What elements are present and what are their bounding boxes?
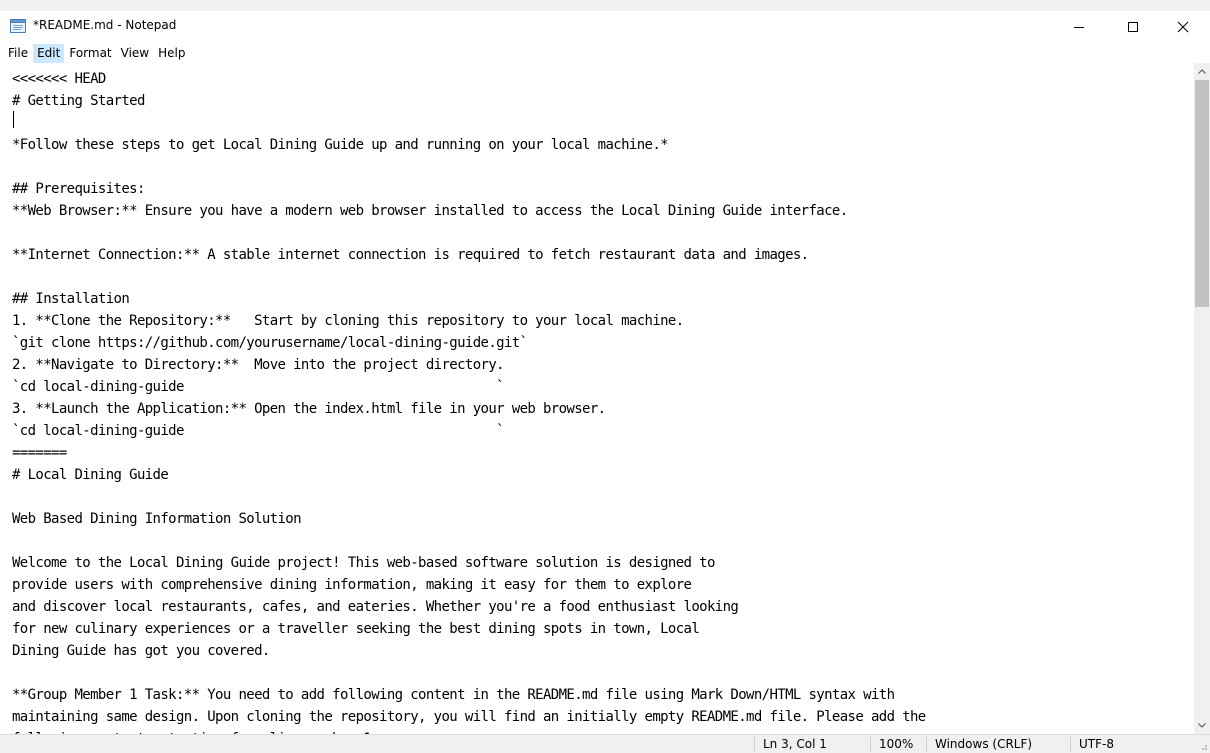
line-ending: Windows (CRLF): [926, 737, 1036, 752]
editor-line: **Group Member 1 Task:** You need to add…: [12, 687, 895, 703]
editor-line: for new culinary experiences or a travel…: [12, 621, 700, 637]
menu-view[interactable]: View: [117, 44, 153, 63]
close-button[interactable]: [1160, 11, 1206, 42]
menu-bar: File Edit Format View Help: [0, 43, 1210, 63]
editor-line: provide users with comprehensive dining …: [12, 577, 692, 593]
notepad-window: *README.md - Notepad File Edit Format Vi…: [0, 11, 1210, 753]
editor-line: # Getting Started: [12, 93, 145, 109]
maximize-button[interactable]: [1110, 11, 1156, 42]
status-bar: Ln 3, Col 1 100% Windows (CRLF) UTF-8: [0, 734, 1210, 753]
editor-line: <<<<<<< HEAD: [12, 71, 106, 87]
editor-line: # Local Dining Guide: [12, 467, 169, 483]
editor-content[interactable]: <<<<<<< HEAD # Getting Started *Follow t…: [12, 68, 926, 734]
editor-line: 1. **Clone the Repository:** Start by cl…: [12, 313, 684, 329]
maximize-icon: [1128, 21, 1138, 32]
editor-line: Welcome to the Local Dining Guide projec…: [12, 555, 715, 571]
close-icon: [1177, 21, 1189, 32]
editor-line: 3. **Launch the Application:** Open the …: [12, 401, 606, 417]
editor-line: Dining Guide has got you covered.: [12, 643, 270, 659]
menu-help[interactable]: Help: [154, 44, 189, 63]
menu-file[interactable]: File: [4, 44, 32, 63]
text-editor[interactable]: <<<<<<< HEAD # Getting Started *Follow t…: [0, 63, 1194, 734]
menu-format[interactable]: Format: [65, 44, 115, 63]
editor-line: `cd local-dining-guide `: [12, 379, 505, 395]
zoom-level: 100%: [870, 737, 926, 752]
resize-grip-icon[interactable]: [1198, 741, 1208, 751]
editor-line: maintaining same design. Upon cloning th…: [12, 709, 926, 725]
editor-line: **Internet Connection:** A stable intern…: [12, 247, 809, 263]
menu-edit[interactable]: Edit: [33, 43, 65, 63]
vertical-scrollbar[interactable]: [1194, 63, 1210, 734]
encoding: UTF-8: [1070, 737, 1190, 752]
window-title: *README.md - Notepad: [33, 18, 177, 32]
text-caret: [13, 111, 14, 128]
scrollbar-thumb[interactable]: [1195, 80, 1209, 307]
scroll-up-button[interactable]: [1194, 63, 1210, 80]
editor-line: `git clone https://github.com/youruserna…: [12, 335, 528, 351]
minimize-button[interactable]: [1056, 11, 1102, 42]
scroll-down-button[interactable]: [1194, 717, 1210, 734]
editor-line: =======: [12, 445, 67, 461]
editor-line: 2. **Navigate to Directory:** Move into …: [12, 357, 505, 373]
cursor-position: Ln 3, Col 1: [754, 737, 864, 752]
title-bar[interactable]: *README.md - Notepad: [0, 11, 1210, 42]
editor-line: `cd local-dining-guide `: [12, 423, 505, 439]
editor-line: Web Based Dining Information Solution: [12, 511, 302, 527]
editor-line: *Follow these steps to get Local Dining …: [12, 137, 669, 153]
chevron-down-icon: [1198, 723, 1206, 728]
editor-line: ## Prerequisites:: [12, 181, 145, 197]
editor-line: **Web Browser:** Ensure you have a moder…: [12, 203, 848, 219]
minimize-icon: [1074, 26, 1084, 28]
editor-line: ## Installation: [12, 291, 130, 307]
notepad-icon: [10, 19, 26, 33]
chevron-up-icon: [1198, 69, 1206, 74]
editor-line: and discover local restaurants, cafes, a…: [12, 599, 739, 615]
